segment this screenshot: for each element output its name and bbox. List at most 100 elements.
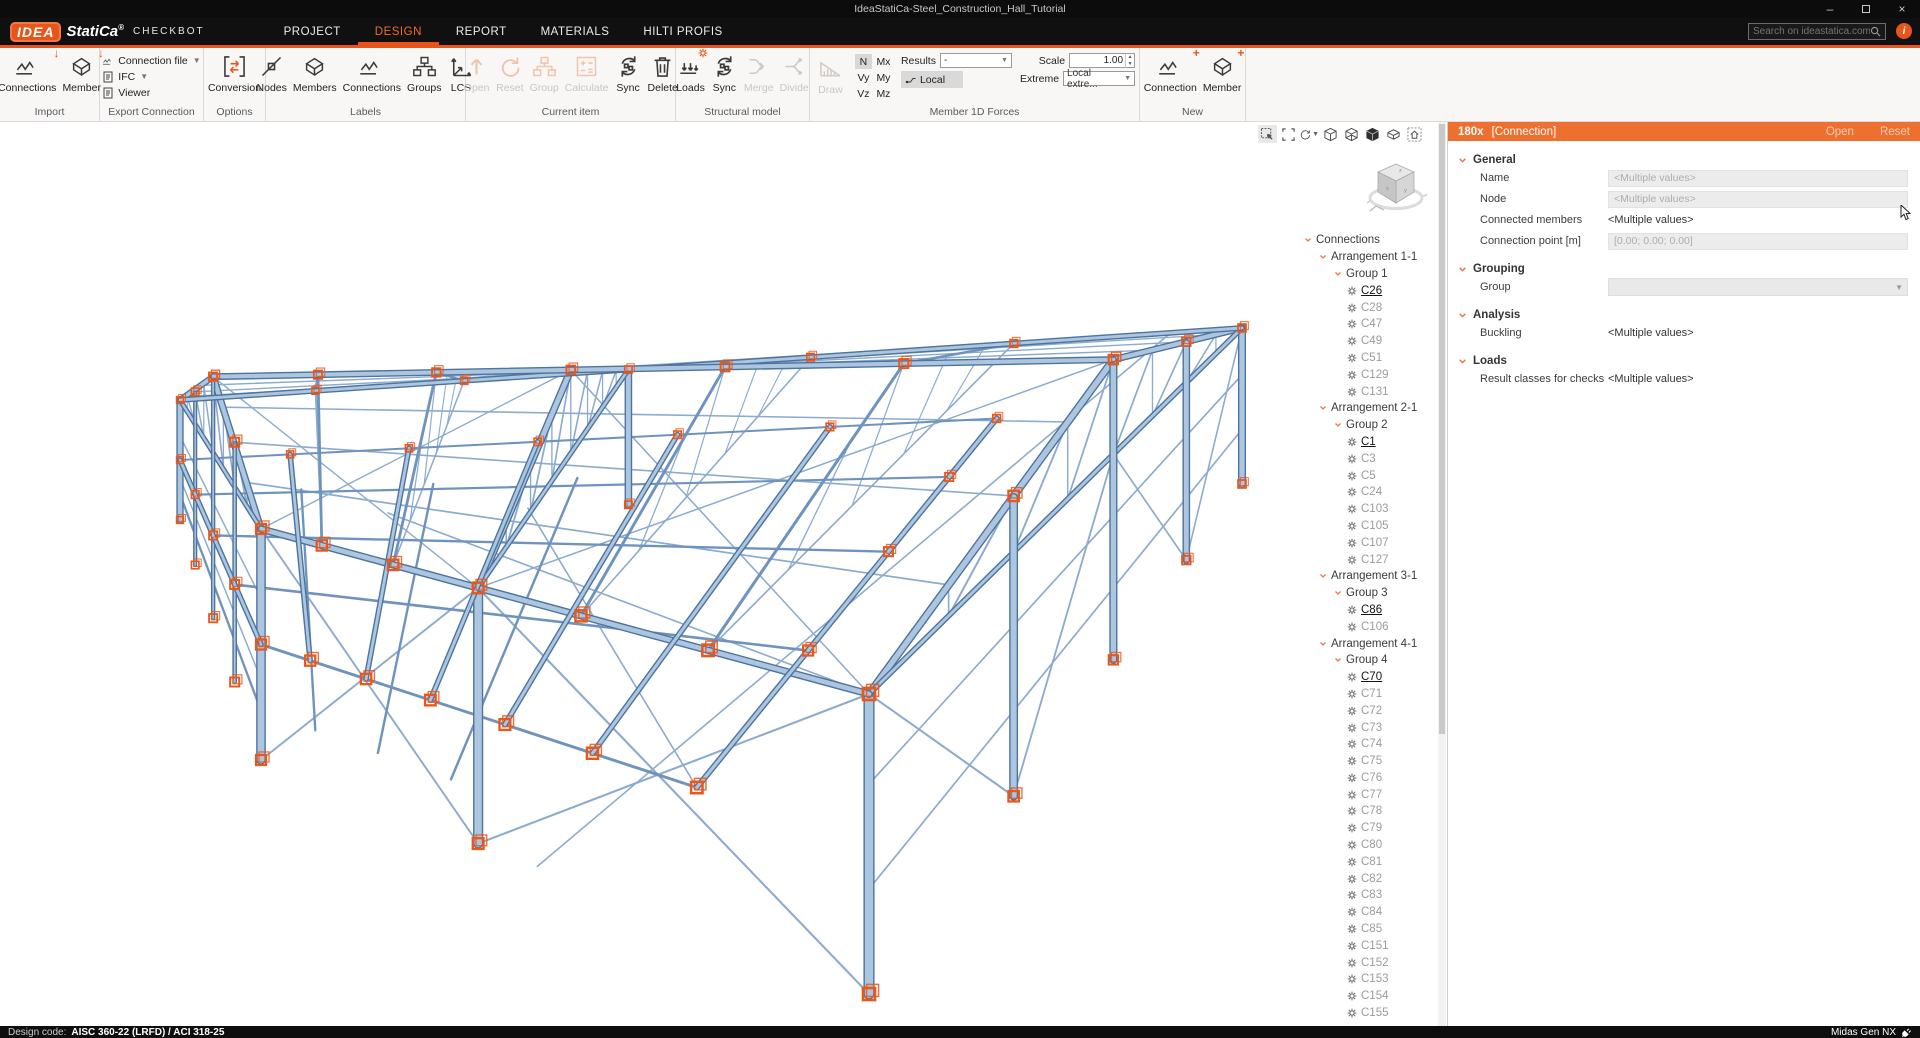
model-viewport[interactable] [0, 122, 1296, 1026]
info-icon[interactable]: i [1896, 23, 1912, 39]
tree-root-connections[interactable]: Connections [1296, 232, 1438, 249]
results-select[interactable]: -▼ [940, 53, 1012, 68]
tab-report[interactable]: REPORT [439, 18, 524, 45]
chevron-down-icon[interactable] [1302, 236, 1314, 244]
tree-item-arrangement-4-1[interactable]: Arrangement 4-1 [1296, 635, 1438, 652]
tree-item-arrangement-2-1[interactable]: Arrangement 2-1 [1296, 400, 1438, 417]
tree-item-c77[interactable]: C77 [1296, 786, 1438, 803]
section-loads[interactable]: Loads [1458, 355, 1920, 367]
tree-item-group-1[interactable]: Group 1 [1296, 266, 1438, 283]
export-connection-file-button[interactable]: Connection file▼ [102, 53, 200, 68]
section-general[interactable]: General [1458, 154, 1920, 166]
tree-item-c129[interactable]: C129 [1296, 366, 1438, 383]
node-field[interactable] [1608, 191, 1908, 208]
import-connections-button[interactable]: ↓ Connections [0, 49, 59, 94]
scale-input[interactable] [1070, 55, 1125, 66]
tree-item-c24[interactable]: C24 [1296, 484, 1438, 501]
tree-item-c154[interactable]: C154 [1296, 988, 1438, 1005]
tab-hilti-profis[interactable]: HILTI PROFIS [626, 18, 739, 45]
navigation-cube[interactable]: z x y [1366, 158, 1428, 221]
force-toggle-vz[interactable]: Vz [855, 86, 872, 101]
fit-to-view-button[interactable] [1279, 125, 1298, 143]
tree-item-c83[interactable]: C83 [1296, 887, 1438, 904]
solid-view-button[interactable] [1363, 125, 1382, 143]
tree-item-c80[interactable]: C80 [1296, 837, 1438, 854]
tree-item-c131[interactable]: C131 [1296, 383, 1438, 400]
tree-item-c74[interactable]: C74 [1296, 736, 1438, 753]
tree-item-group-2[interactable]: Group 2 [1296, 417, 1438, 434]
tree-item-c103[interactable]: C103 [1296, 501, 1438, 518]
tree-item-c107[interactable]: C107 [1296, 534, 1438, 551]
chevron-down-icon[interactable] [1332, 589, 1344, 597]
tree-item-c105[interactable]: C105 [1296, 518, 1438, 535]
tree-item-c82[interactable]: C82 [1296, 870, 1438, 887]
export-viewer-button[interactable]: Viewer [102, 85, 200, 100]
tree-item-c151[interactable]: C151 [1296, 937, 1438, 954]
new-member-button[interactable]: + Member [1200, 49, 1245, 94]
chevron-down-icon[interactable]: ▼ [1312, 131, 1319, 138]
tree-item-arrangement-1-1[interactable]: Arrangement 1-1 [1296, 249, 1438, 266]
tree-item-c5[interactable]: C5 [1296, 467, 1438, 484]
force-toggle-vy[interactable]: Vy [855, 70, 872, 85]
tree-item-arrangement-3-1[interactable]: Arrangement 3-1 [1296, 568, 1438, 585]
chevron-down-icon[interactable] [1332, 421, 1344, 429]
clipped-view-button[interactable] [1384, 125, 1403, 143]
tree-item-group-3[interactable]: Group 3 [1296, 585, 1438, 602]
tree-item-c152[interactable]: C152 [1296, 954, 1438, 971]
labels-groups-button[interactable]: Groups [404, 49, 444, 94]
tree-item-c85[interactable]: C85 [1296, 921, 1438, 938]
tree-item-c155[interactable]: C155 [1296, 1005, 1438, 1022]
axonometric-view-button[interactable] [1321, 125, 1340, 143]
search-input[interactable] [1753, 26, 1870, 37]
tree-item-c49[interactable]: C49 [1296, 333, 1438, 350]
tree-item-c78[interactable]: C78 [1296, 803, 1438, 820]
tree-item-group-4[interactable]: Group 4 [1296, 652, 1438, 669]
tree-item-c76[interactable]: C76 [1296, 770, 1438, 787]
tree-item-c75[interactable]: C75 [1296, 753, 1438, 770]
connection-point-field[interactable] [1608, 233, 1908, 250]
sync-current-button[interactable]: Sync [612, 49, 645, 94]
tree-item-c28[interactable]: C28 [1296, 299, 1438, 316]
tree-item-c71[interactable]: C71 [1296, 686, 1438, 703]
labels-connections-button[interactable]: Connections [340, 49, 404, 94]
tree-item-c1[interactable]: C1 [1296, 434, 1438, 451]
tab-project[interactable]: PROJECT [267, 18, 358, 45]
extreme-select[interactable]: Local extre...▼ [1063, 71, 1135, 86]
sync-model-button[interactable]: Sync [708, 49, 741, 94]
structural-model[interactable] [0, 122, 1296, 1026]
force-toggle-my[interactable]: My [874, 70, 893, 85]
isometric-view-button[interactable] [1342, 125, 1361, 143]
tree-item-c26[interactable]: C26 [1296, 282, 1438, 299]
tree-item-c127[interactable]: C127 [1296, 551, 1438, 568]
force-toggle-mz[interactable]: Mz [874, 86, 893, 101]
group-select[interactable]: ▼ [1608, 278, 1908, 296]
tree-item-c106[interactable]: C106 [1296, 618, 1438, 635]
chevron-down-icon[interactable] [1332, 656, 1344, 664]
reset-connection-button[interactable]: Reset [1880, 126, 1910, 138]
loads-button[interactable]: Loads [673, 49, 708, 94]
tree-scrollbar-thumb[interactable] [1439, 124, 1445, 734]
tree-item-c3[interactable]: C3 [1296, 450, 1438, 467]
tab-materials[interactable]: MATERIALS [524, 18, 627, 45]
section-grouping[interactable]: Grouping [1458, 263, 1920, 275]
tree-item-c47[interactable]: C47 [1296, 316, 1438, 333]
chevron-down-icon[interactable] [1317, 640, 1329, 648]
tree-item-c72[interactable]: C72 [1296, 702, 1438, 719]
export-ifc-button[interactable]: IFC▼ [102, 69, 200, 84]
chevron-down-icon[interactable] [1317, 404, 1329, 412]
minimize-button[interactable]: – [1812, 0, 1848, 18]
labels-nodes-button[interactable]: Nodes [254, 49, 290, 94]
force-toggle-mx[interactable]: Mx [874, 54, 893, 69]
open-connection-button[interactable]: Open [1826, 126, 1854, 138]
tree-item-c84[interactable]: C84 [1296, 904, 1438, 921]
chevron-down-icon[interactable] [1317, 572, 1329, 580]
chevron-down-icon[interactable] [1317, 253, 1329, 261]
new-connection-button[interactable]: + Connection [1141, 49, 1200, 94]
maximize-button[interactable] [1848, 0, 1884, 18]
section-analysis[interactable]: Analysis [1458, 309, 1920, 321]
close-button[interactable]: × [1884, 0, 1920, 18]
tree-item-c73[interactable]: C73 [1296, 719, 1438, 736]
tree-item-c86[interactable]: C86 [1296, 602, 1438, 619]
tree-item-c51[interactable]: C51 [1296, 350, 1438, 367]
tree-item-c81[interactable]: C81 [1296, 853, 1438, 870]
